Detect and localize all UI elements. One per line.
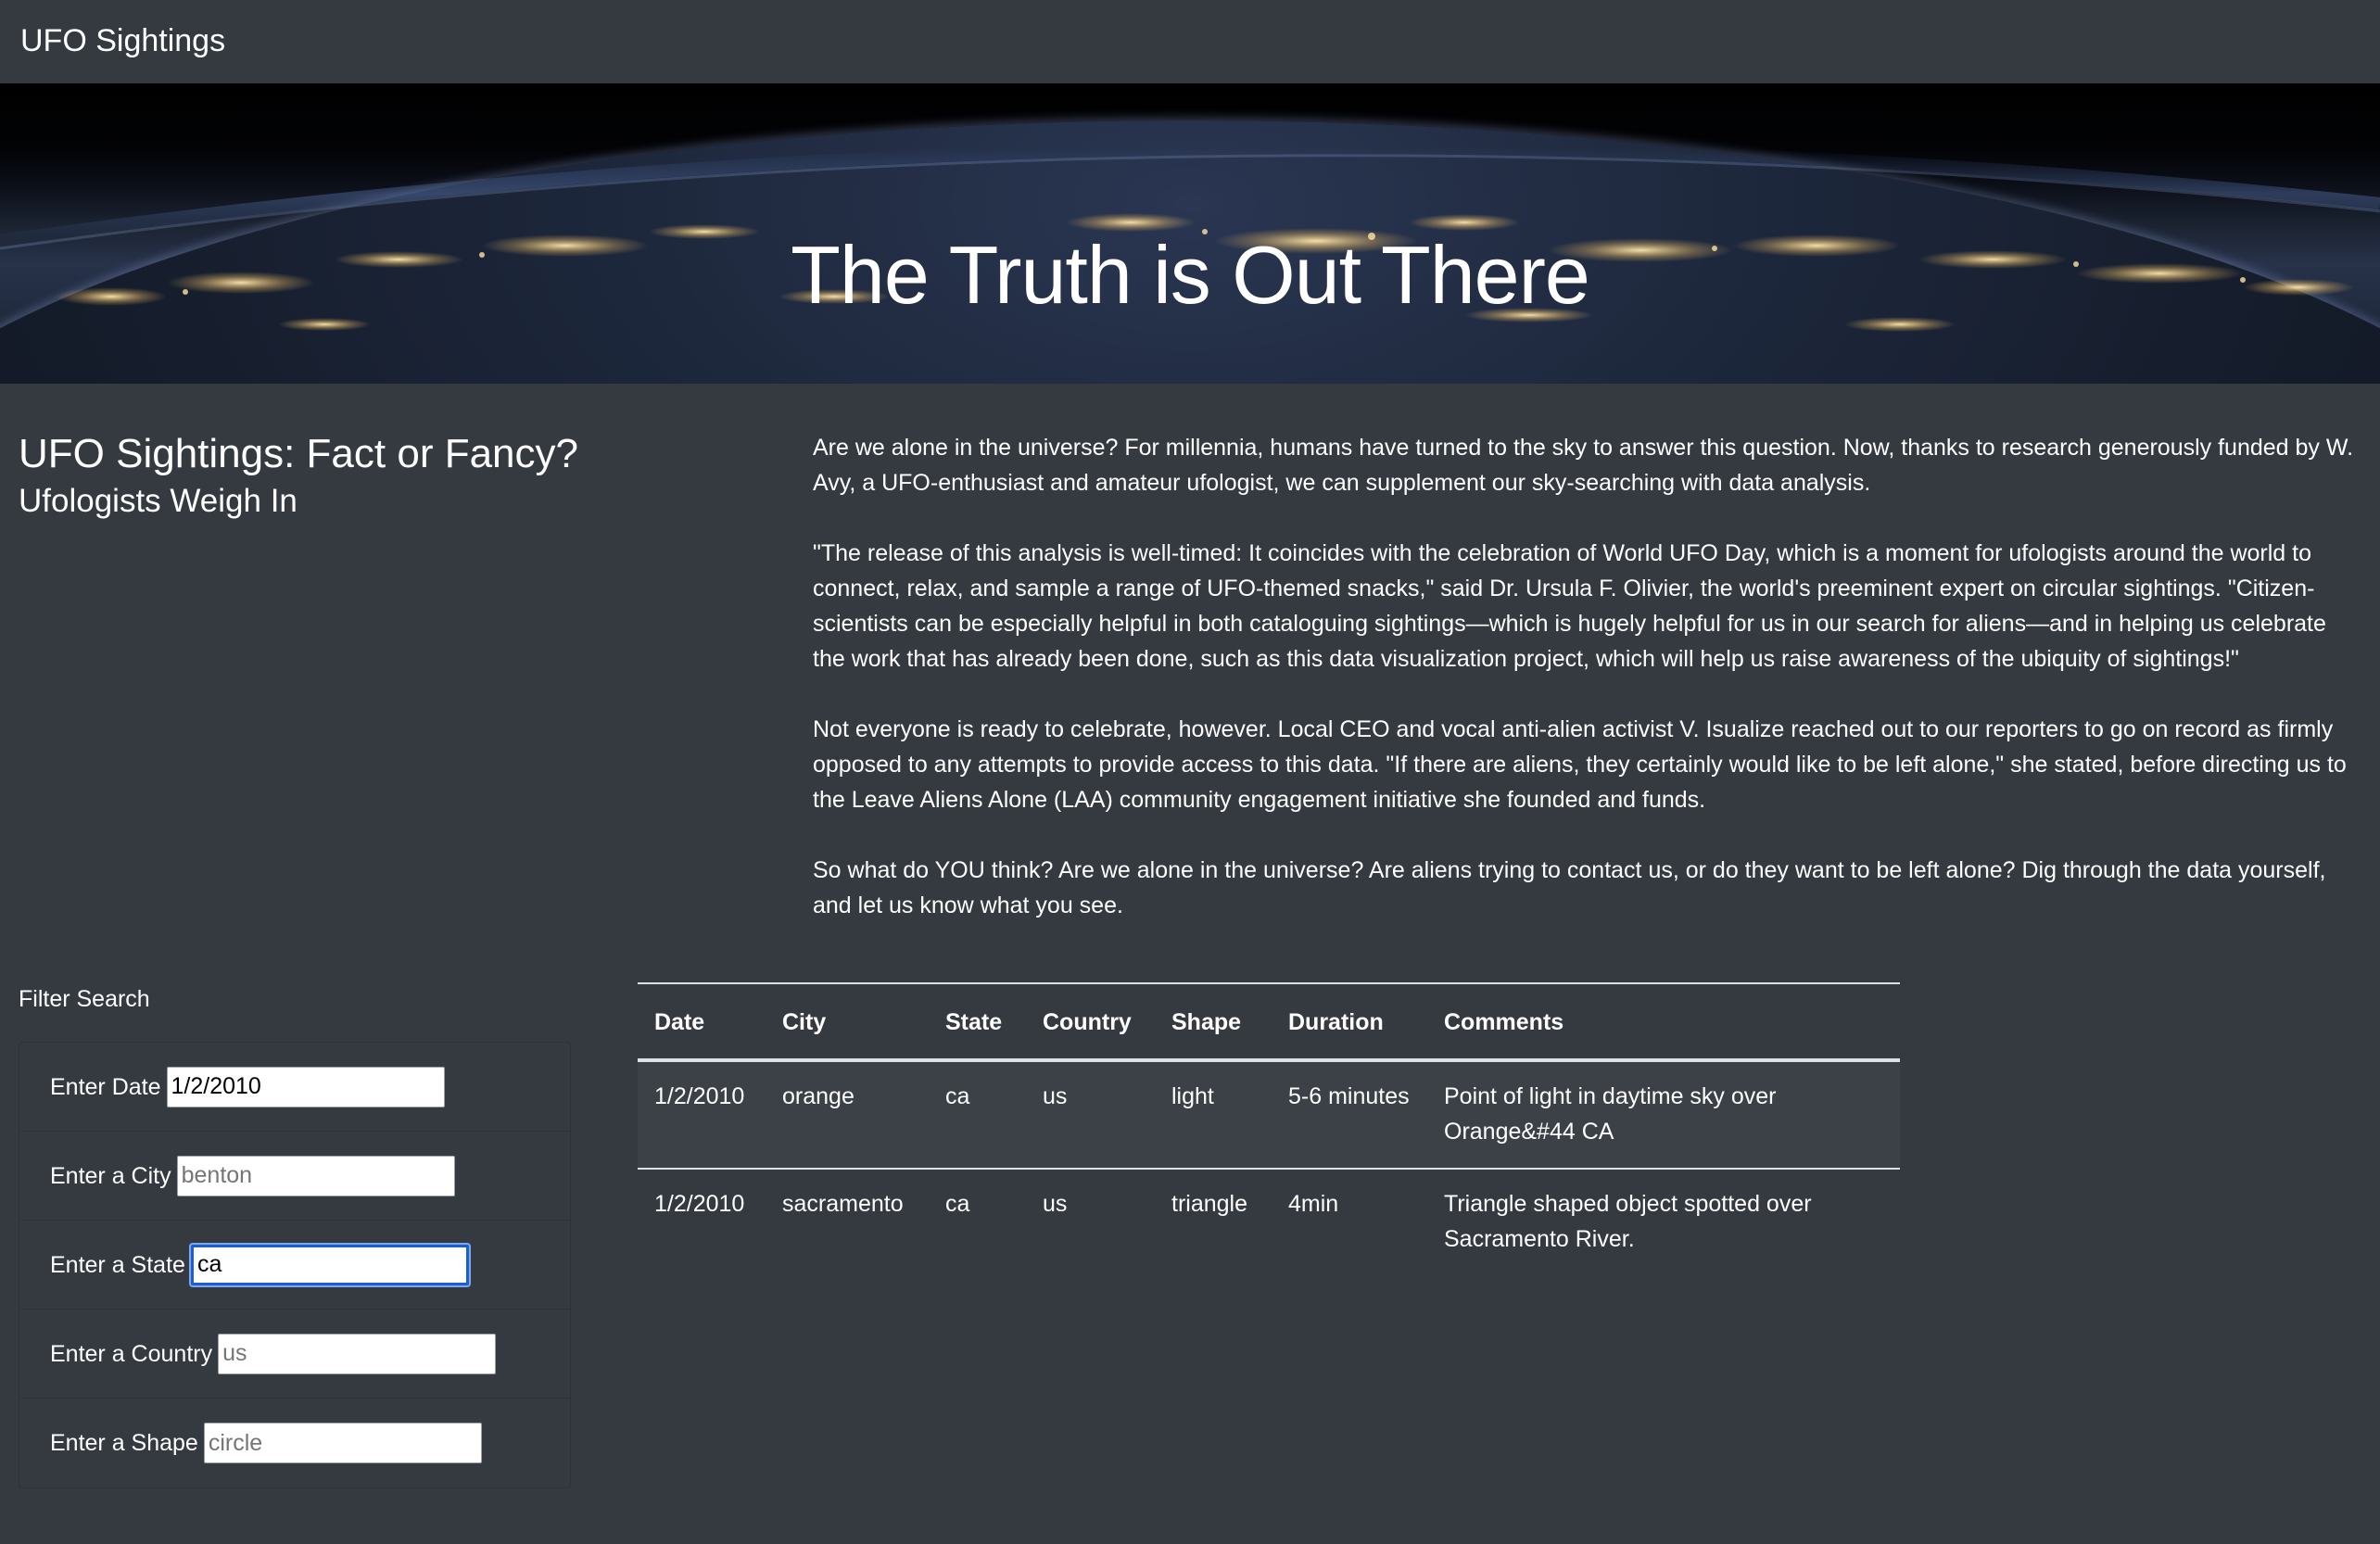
- country-input[interactable]: [218, 1333, 497, 1374]
- page-title: UFO Sightings: Fact or Fancy?: [19, 431, 578, 476]
- hero-banner: The Truth is Out There: [0, 83, 2380, 384]
- filter-item-state: Enter a State: [19, 1221, 570, 1310]
- header-date: Date: [638, 982, 766, 1062]
- state-input[interactable]: [190, 1244, 469, 1285]
- article-paragraph: "The release of this analysis is well-ti…: [813, 540, 2326, 672]
- date-input[interactable]: [166, 1066, 445, 1107]
- header-city: City: [766, 982, 929, 1062]
- table-row: 1/2/2010 sacramento ca us triangle 4min …: [638, 1169, 1900, 1275]
- filter-list: Enter Date Enter a City Enter a State En…: [19, 1042, 571, 1488]
- filter-item-country: Enter a Country: [19, 1310, 570, 1398]
- shape-input[interactable]: [203, 1423, 482, 1463]
- article-paragraph: Are we alone in the universe? For millen…: [813, 435, 2354, 496]
- table-body: 1/2/2010 orange ca us light 5-6 minutes …: [638, 1060, 1900, 1275]
- header-duration: Duration: [1272, 982, 1427, 1062]
- cell-duration: 5-6 minutes: [1272, 1060, 1427, 1170]
- cell-date: 1/2/2010: [654, 1191, 745, 1217]
- state-label: Enter a State: [50, 1251, 185, 1278]
- cell-state: ca: [929, 1060, 1026, 1170]
- filter-item-date: Enter Date: [19, 1043, 570, 1132]
- cell-date: 1/2/2010: [638, 1060, 766, 1170]
- brand-link[interactable]: UFO Sightings: [20, 20, 225, 61]
- article-body: Are we alone in the universe? For millen…: [813, 430, 2361, 958]
- article-paragraph: So what do YOU think? Are we alone in th…: [813, 857, 2326, 918]
- header-country: Country: [1026, 982, 1155, 1062]
- hero-title: The Truth is Out There: [791, 228, 1590, 321]
- header-comments: Comments: [1427, 982, 1900, 1062]
- filter-search-heading: Filter Search: [19, 986, 150, 1012]
- header-shape: Shape: [1155, 982, 1272, 1062]
- cell-duration: 4min: [1288, 1191, 1339, 1217]
- shape-label: Enter a Shape: [50, 1430, 198, 1456]
- cell-city: orange: [766, 1060, 929, 1170]
- navbar: UFO Sightings: [0, 0, 2380, 83]
- page-subtitle: Ufologists Weigh In: [19, 483, 298, 519]
- cell-state: ca: [945, 1191, 970, 1217]
- table-header: Date City State Country Shape Duration C…: [638, 982, 1900, 1062]
- date-label: Enter Date: [50, 1073, 161, 1100]
- ufo-table: Date City State Country Shape Duration C…: [638, 982, 1900, 1275]
- cell-comments: Triangle shaped object spotted over Sacr…: [1444, 1191, 1812, 1252]
- cell-country: us: [1043, 1191, 1068, 1217]
- article-paragraph: Not everyone is ready to celebrate, howe…: [813, 716, 2347, 813]
- header-state: State: [929, 982, 1026, 1062]
- city-label: Enter a City: [50, 1162, 171, 1189]
- cell-city: sacramento: [782, 1191, 904, 1217]
- filter-item-shape: Enter a Shape: [19, 1398, 570, 1487]
- cell-shape: triangle: [1171, 1191, 1247, 1217]
- cell-shape: light: [1155, 1060, 1272, 1170]
- filter-item-city: Enter a City: [19, 1132, 570, 1221]
- country-label: Enter a Country: [50, 1340, 213, 1367]
- cell-comments: Point of light in daytime sky over Orang…: [1427, 1060, 1900, 1170]
- cell-country: us: [1026, 1060, 1155, 1170]
- city-input[interactable]: [176, 1155, 455, 1196]
- table-row: 1/2/2010 orange ca us light 5-6 minutes …: [638, 1060, 1900, 1170]
- table-header-row: Date City State Country Shape Duration C…: [638, 982, 1900, 1062]
